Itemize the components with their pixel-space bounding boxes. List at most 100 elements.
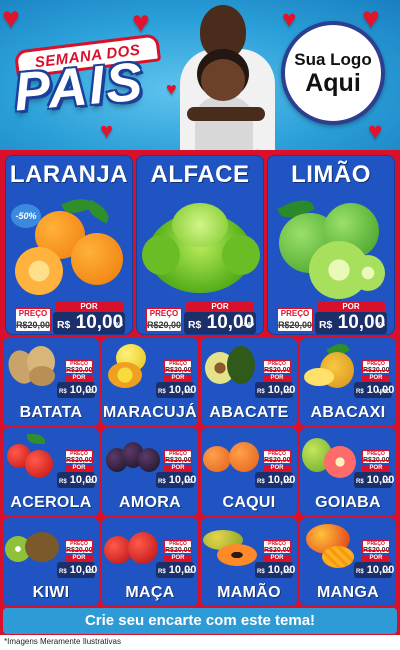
product-card-abacaxi: PREÇO R$20,00 POR R$ 10,00 UNID ABACAXI bbox=[300, 338, 396, 426]
current-price: R$ 10,00 KG bbox=[315, 312, 387, 334]
heart-icon: ♥ bbox=[100, 118, 114, 143]
old-price: R$20,00 bbox=[165, 367, 192, 374]
price-tag: PREÇO R$20,00 POR R$ 10,00 KG bbox=[277, 302, 387, 334]
old-price: R$20,00 bbox=[66, 367, 93, 374]
potato-image bbox=[3, 342, 57, 388]
apple-image bbox=[104, 530, 160, 568]
orange-image bbox=[13, 194, 125, 299]
product-card-batata: PREÇO R$20,00 POR R$ 10,00 KG BATATA bbox=[3, 338, 99, 426]
old-price: R$20,00 bbox=[363, 547, 390, 554]
current-price: R$ 10,00 UNID bbox=[354, 382, 395, 398]
price-tag: PREÇO R$20,00 POR R$ 10,00 KG bbox=[156, 450, 197, 488]
lime-image bbox=[273, 194, 389, 301]
acerola-image bbox=[7, 434, 59, 478]
price-tag: PREÇO R$20,00 POR R$ 10,00 KG bbox=[156, 360, 197, 398]
product-card-kiwi: PREÇO R$20,00 POR R$ 10,00 KG KIWI bbox=[3, 518, 99, 606]
heart-icon: ♥ bbox=[282, 6, 297, 33]
heart-icon: ♥ bbox=[2, 2, 20, 35]
current-price: R$ 10,00 KG bbox=[354, 472, 395, 488]
price-tag: PREÇO R$20,00 POR R$ 10,00 UNID bbox=[354, 360, 395, 398]
current-price: R$ 10,00 UNID bbox=[184, 312, 256, 334]
current-price: R$ 10,00 KG bbox=[354, 562, 395, 578]
price-tag: PREÇO R$20,00 POR R$ 10,00 KG bbox=[15, 302, 125, 334]
old-price: R$20,00 bbox=[165, 457, 192, 464]
old-price: R$20,00 bbox=[363, 457, 390, 464]
product-card-abacate: PREÇO R$20,00 POR R$ 10,00 KG ABACATE bbox=[201, 338, 297, 426]
current-price: R$ 10,00 KG bbox=[255, 382, 296, 398]
product-name: MAÇA bbox=[125, 584, 175, 601]
price-tag: PREÇO R$20,00 POR R$ 10,00 KG bbox=[156, 540, 197, 578]
current-price: R$ 10,00 KG bbox=[156, 472, 197, 488]
price-tag: PREÇO R$20,00 POR R$ 10,00 KG bbox=[57, 360, 98, 398]
product-card-goiaba: PREÇO R$20,00 POR R$ 10,00 KG GOIABA bbox=[300, 428, 396, 516]
guava-image bbox=[302, 436, 358, 478]
product-name: KIWI bbox=[32, 584, 70, 601]
product-card-caqui: PREÇO R$20,00 POR R$ 10,00 KG CAQUI bbox=[201, 428, 297, 516]
disclaimer: *Imagens Meramente Ilustrativas bbox=[4, 637, 121, 646]
blackberry-image bbox=[106, 438, 160, 476]
logo-line2: Aqui bbox=[305, 68, 361, 97]
persimmon-image bbox=[203, 440, 259, 476]
header-banner: ♥ ♥ ♥ ♥ ♥ ♥ ♥ ♥ SEMANA DOS PAIS Sua Logo… bbox=[0, 0, 400, 150]
price-tag: PREÇO R$20,00 POR R$ 10,00 UNID bbox=[146, 302, 256, 334]
current-price: R$ 10,00 KG bbox=[57, 382, 98, 398]
old-price: R$20,00 bbox=[264, 547, 291, 554]
current-price: R$ 10,00 KG bbox=[57, 472, 98, 488]
papaya-image bbox=[203, 528, 259, 568]
current-price: R$ 10,00 KG bbox=[156, 382, 197, 398]
avocado-image bbox=[205, 346, 257, 386]
product-name: ABACAXI bbox=[310, 404, 386, 421]
mango-image bbox=[302, 524, 358, 568]
product-name: LARANJA bbox=[9, 161, 129, 188]
product-name: AMORA bbox=[119, 494, 181, 511]
product-card-maca: PREÇO R$20,00 POR R$ 10,00 KG MAÇA bbox=[102, 518, 198, 606]
product-name: MAMÃO bbox=[217, 584, 281, 601]
current-price: R$ 10,00 KG bbox=[57, 562, 98, 578]
old-price: R$20,00 bbox=[16, 320, 51, 330]
current-price: R$ 10,00 KG bbox=[53, 312, 125, 334]
product-name: CAQUI bbox=[222, 494, 276, 511]
lettuce-image bbox=[142, 195, 260, 299]
cta-banner[interactable]: Crie seu encarte com este tema! bbox=[3, 608, 397, 634]
product-name: MANGA bbox=[317, 584, 379, 601]
product-card-mamao: PREÇO R$20,00 POR R$ 10,00 KG MAMÃO bbox=[201, 518, 297, 606]
price-tag: PREÇO R$20,00 POR R$ 10,00 KG bbox=[255, 540, 296, 578]
title-main: PAIS bbox=[11, 51, 147, 123]
heart-icon: ♥ bbox=[362, 2, 380, 35]
current-price: R$ 10,00 KG bbox=[255, 562, 296, 578]
old-price: R$20,00 bbox=[278, 320, 313, 330]
product-card-acerola: PREÇO R$20,00 POR R$ 10,00 KG ACEROLA bbox=[3, 428, 99, 516]
current-price: R$ 10,00 KG bbox=[156, 562, 197, 578]
product-card-maracuja: PREÇO R$20,00 POR R$ 10,00 KG MARACUJÁ bbox=[102, 338, 198, 426]
product-name: MARACUJÁ bbox=[103, 404, 197, 421]
price-tag: PREÇO R$20,00 POR R$ 10,00 KG bbox=[354, 540, 395, 578]
product-card-amora: PREÇO R$20,00 POR R$ 10,00 KG AMORA bbox=[102, 428, 198, 516]
featured-card-limao: LIMÃO PREÇO R$20,00 POR R$ 10,00 KG bbox=[267, 155, 395, 335]
pineapple-image bbox=[304, 339, 358, 388]
heart-icon: ♥ bbox=[132, 6, 150, 39]
price-tag: PREÇO R$20,00 POR R$ 10,00 KG bbox=[57, 450, 98, 488]
price-tag: PREÇO R$20,00 POR R$ 10,00 KG bbox=[57, 540, 98, 578]
product-name: ABACATE bbox=[209, 404, 289, 421]
old-price: R$20,00 bbox=[165, 547, 192, 554]
product-name: GOIABA bbox=[315, 494, 381, 511]
father-and-son-photo bbox=[175, 5, 280, 150]
price-tag: PREÇO R$20,00 POR R$ 10,00 KG bbox=[255, 360, 296, 398]
featured-card-laranja: LARANJA -50% PREÇO R$20,00 POR R$ 10,00 K… bbox=[5, 155, 133, 335]
current-price: R$ 10,00 KG bbox=[255, 472, 296, 488]
featured-card-alface: ALFACE PREÇO R$20,00 POR R$ 10,00 UNID bbox=[136, 155, 264, 335]
product-name: BATATA bbox=[19, 404, 83, 421]
price-tag: PREÇO R$20,00 POR R$ 10,00 KG bbox=[255, 450, 296, 488]
old-price: R$20,00 bbox=[66, 547, 93, 554]
product-card-manga: PREÇO R$20,00 POR R$ 10,00 KG MANGA bbox=[300, 518, 396, 606]
kiwi-image bbox=[5, 532, 61, 566]
old-price: R$20,00 bbox=[66, 457, 93, 464]
logo-placeholder: Sua Logo Aqui bbox=[281, 21, 385, 125]
old-price: R$20,00 bbox=[264, 457, 291, 464]
old-price: R$20,00 bbox=[264, 367, 291, 374]
logo-line1: Sua Logo bbox=[294, 49, 372, 69]
product-name: ACEROLA bbox=[10, 494, 92, 511]
price-tag: PREÇO R$20,00 POR R$ 10,00 KG bbox=[354, 450, 395, 488]
product-name: ALFACE bbox=[150, 161, 250, 188]
product-name: LIMÃO bbox=[291, 161, 371, 188]
